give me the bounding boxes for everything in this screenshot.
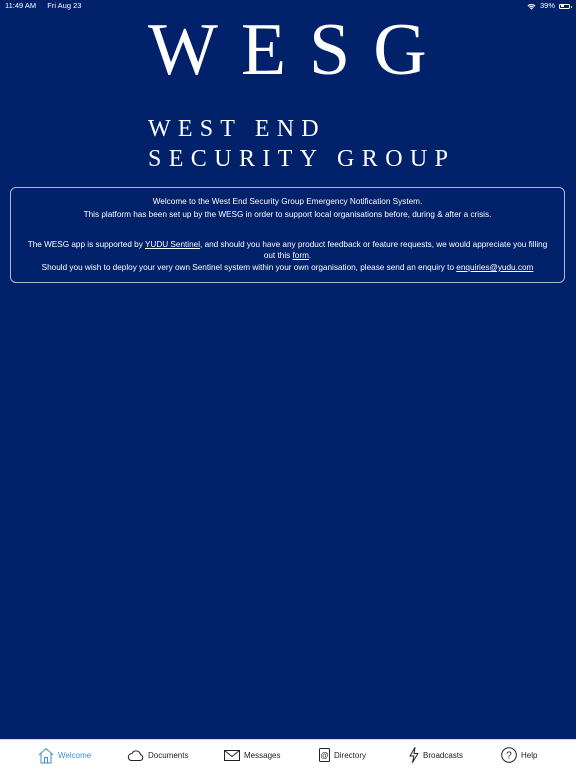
welcome-box: Welcome to the West End Security Group E…	[10, 187, 565, 283]
status-date: Fri Aug 23	[47, 1, 82, 10]
enquiry-line: Should you wish to deploy your very own …	[11, 262, 564, 273]
support-text-2: , and should you have any product feedba…	[200, 240, 548, 260]
tab-label: Messages	[244, 750, 281, 760]
tab-directory[interactable]: @ Directory	[319, 744, 366, 766]
tab-messages[interactable]: Messages	[224, 744, 280, 766]
tab-welcome[interactable]: Welcome	[38, 744, 91, 766]
status-time: 11:49 AM	[5, 1, 37, 10]
platform-line: This platform has been set up by the WES…	[83, 210, 492, 219]
welcome-line: Welcome to the West End Security Group E…	[152, 197, 423, 206]
svg-text:?: ?	[506, 751, 512, 762]
tab-label: Documents	[148, 750, 189, 760]
status-left: 11:49 AM Fri Aug 23	[5, 0, 90, 12]
tab-broadcasts[interactable]: Broadcasts	[409, 744, 463, 766]
tab-label: Help	[521, 750, 538, 760]
support-line: The WESG app is supported by YUDU Sentin…	[21, 239, 554, 261]
logo-acronym: WESG	[148, 9, 450, 91]
status-right: 39%	[527, 0, 572, 12]
battery-percent: 39%	[539, 1, 555, 10]
tab-label: Welcome	[58, 750, 92, 760]
tab-bar: Welcome Documents Messages @ Directory B…	[0, 739, 576, 768]
address-book-icon: @	[319, 748, 330, 762]
wifi-icon	[527, 3, 536, 10]
tab-documents[interactable]: Documents	[127, 744, 188, 766]
enquiry-text: Should you wish to deploy your very own …	[41, 263, 457, 272]
house-icon	[38, 747, 54, 763]
tab-label: Directory	[334, 750, 367, 760]
lightning-icon	[409, 747, 419, 763]
support-text-3: .	[308, 251, 312, 260]
svg-text:@: @	[320, 751, 328, 760]
cloud-icon	[127, 749, 144, 761]
envelope-icon	[224, 749, 240, 761]
logo-line-west-end: WEST END	[148, 116, 326, 142]
tab-label: Broadcasts	[423, 750, 464, 760]
question-circle-icon: ?	[501, 747, 517, 763]
tab-help[interactable]: ? Help	[501, 744, 537, 766]
feedback-form-link[interactable]: form	[293, 251, 309, 260]
battery-fill	[560, 5, 564, 7]
enquiries-email-link[interactable]: enquiries@yudu.com	[456, 263, 533, 272]
battery-icon	[559, 3, 572, 9]
logo-line-security-group: SECURITY GROUP	[148, 146, 456, 172]
yudu-sentinel-link[interactable]: YUDU Sentinel	[145, 240, 200, 249]
support-text-1: The WESG app is supported by	[27, 240, 145, 249]
